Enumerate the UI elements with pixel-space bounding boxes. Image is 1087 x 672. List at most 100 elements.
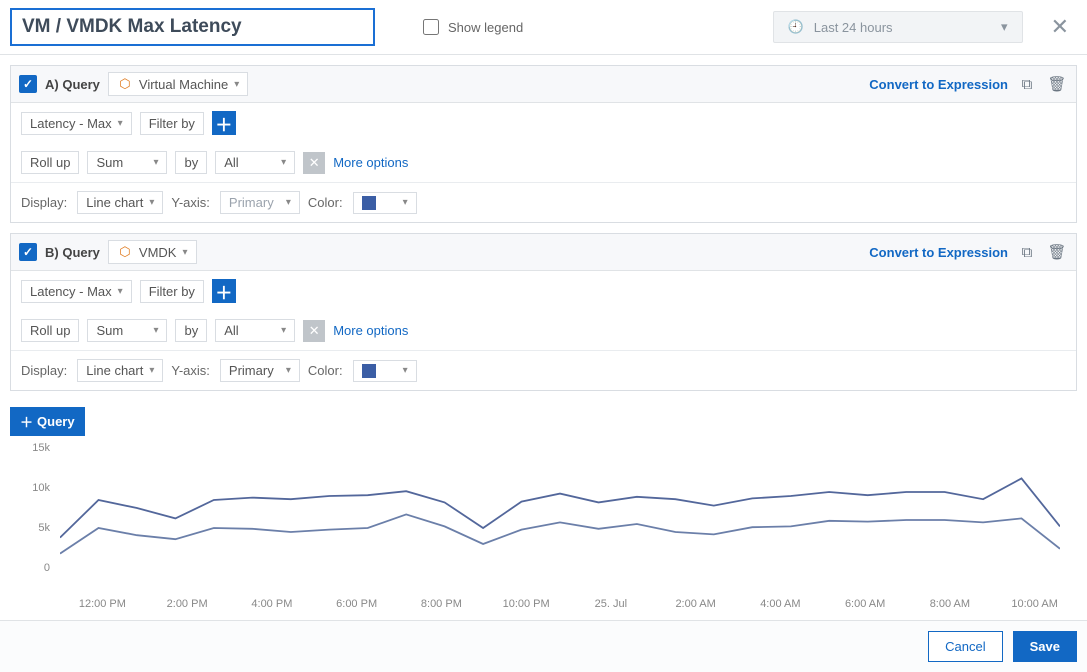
y-tick-label: 10k (32, 482, 50, 494)
metric-row: Latency - Max ▾ Filter by ＋ (11, 271, 1076, 311)
yaxis-value: Primary (229, 363, 274, 378)
more-options-link[interactable]: More options (333, 155, 408, 170)
filter-label: Filter by (149, 284, 195, 299)
widget-title-input[interactable] (10, 8, 375, 46)
metric-select[interactable]: Latency - Max ▾ (21, 112, 132, 135)
show-legend-checkbox[interactable] (423, 19, 439, 35)
add-filter-button[interactable]: ＋ (212, 279, 236, 303)
cancel-button[interactable]: Cancel (928, 631, 1002, 662)
copy-icon: ⧉ (1022, 244, 1033, 261)
x-tick-label: 4:00 AM (738, 598, 823, 610)
asset-type-select[interactable]: ⬡ VMDK ▾ (108, 240, 197, 264)
query-enabled-checkbox[interactable]: ✓ (19, 243, 37, 261)
hexagon-icon: ⬡ (117, 244, 133, 260)
yaxis-select[interactable]: Primary ▾ (220, 191, 300, 214)
clear-rollup-button[interactable]: ✕ (303, 320, 325, 342)
asset-type-label: Virtual Machine (139, 77, 228, 92)
more-options-link[interactable]: More options (333, 323, 408, 338)
color-swatch (362, 196, 376, 210)
chevron-down-icon: ▾ (281, 325, 286, 336)
groupby-label-chip: by (175, 151, 207, 174)
color-select[interactable]: ▾ (353, 360, 417, 382)
time-range-label: Last 24 hours (814, 20, 893, 35)
chevron-down-icon: ▾ (153, 325, 158, 336)
metric-select[interactable]: Latency - Max ▾ (21, 280, 132, 303)
chart-area: 15k10k5k0 12:00 PM2:00 PM4:00 PM6:00 PM8… (0, 446, 1087, 620)
yaxis-value: Primary (229, 195, 274, 210)
convert-expression-link[interactable]: Convert to Expression (869, 245, 1008, 260)
delete-button[interactable]: 🗑 (1046, 241, 1068, 263)
x-tick-label: 8:00 AM (908, 598, 993, 610)
rollup-label: Roll up (30, 323, 70, 338)
add-filter-button[interactable]: ＋ (212, 111, 236, 135)
display-type-label: Line chart (86, 195, 143, 210)
close-icon: ✕ (309, 155, 320, 171)
plus-icon: ＋ (215, 279, 232, 304)
clear-rollup-button[interactable]: ✕ (303, 152, 325, 174)
y-tick-label: 0 (44, 562, 50, 574)
groupby-label-chip: by (175, 319, 207, 342)
yaxis-label: Y-axis: (171, 363, 210, 378)
display-row: Display: Line chart ▾ Y-axis: Primary ▾ … (11, 350, 1076, 390)
x-tick-label: 6:00 PM (314, 598, 399, 610)
x-tick-label: 8:00 PM (399, 598, 484, 610)
x-tick-label: 6:00 AM (823, 598, 908, 610)
chevron-down-icon: ▾ (281, 157, 286, 168)
rollup-label-chip: Roll up (21, 319, 79, 342)
chevron-down-icon: ▾ (234, 79, 239, 90)
duplicate-button[interactable]: ⧉ (1016, 73, 1038, 95)
delete-button[interactable]: 🗑 (1046, 73, 1068, 95)
y-tick-label: 5k (38, 522, 50, 534)
chevron-down-icon: ▾ (286, 365, 291, 376)
filter-button[interactable]: Filter by (140, 280, 204, 303)
y-tick-label: 15k (32, 442, 50, 454)
yaxis-select[interactable]: Primary ▾ (220, 359, 300, 382)
chevron-down-icon: ▾ (403, 365, 408, 376)
query-id-label: B) Query (45, 245, 100, 260)
chevron-down-icon: ▾ (149, 365, 154, 376)
line-chart: 15k10k5k0 (10, 448, 1070, 598)
display-type-select[interactable]: Line chart ▾ (77, 359, 163, 382)
query-header: ✓ B) Query ⬡ VMDK ▾ Convert to Expressio… (11, 234, 1076, 271)
chevron-down-icon: ▾ (1001, 19, 1008, 35)
groupby-select[interactable]: All ▾ (215, 319, 295, 342)
duplicate-button[interactable]: ⧉ (1016, 241, 1038, 263)
color-label: Color: (308, 363, 343, 378)
chevron-down-icon: ▾ (153, 157, 158, 168)
color-swatch (362, 364, 376, 378)
query-block-a: ✓ A) Query ⬡ Virtual Machine ▾ Convert t… (10, 65, 1077, 223)
rollup-row: Roll up Sum ▾ by All ▾ ✕ More options (11, 143, 1076, 182)
close-button[interactable]: ✕ (1043, 10, 1077, 44)
rollup-function-label: Sum (96, 323, 123, 338)
x-tick-label: 4:00 PM (230, 598, 315, 610)
query-header: ✓ A) Query ⬡ Virtual Machine ▾ Convert t… (11, 66, 1076, 103)
groupby-select[interactable]: All ▾ (215, 151, 295, 174)
add-query-button[interactable]: ＋ Query (10, 407, 85, 436)
filter-button[interactable]: Filter by (140, 112, 204, 135)
show-legend-toggle[interactable]: Show legend (419, 16, 523, 38)
display-type-select[interactable]: Line chart ▾ (77, 191, 163, 214)
color-select[interactable]: ▾ (353, 192, 417, 214)
asset-type-select[interactable]: ⬡ Virtual Machine ▾ (108, 72, 248, 96)
show-legend-label: Show legend (448, 20, 523, 35)
rollup-row: Roll up Sum ▾ by All ▾ ✕ More options (11, 311, 1076, 350)
plus-icon: ＋ (215, 111, 232, 136)
query-id-label: A) Query (45, 77, 100, 92)
save-button[interactable]: Save (1013, 631, 1077, 662)
close-icon: ✕ (309, 323, 320, 339)
x-axis: 12:00 PM2:00 PM4:00 PM6:00 PM8:00 PM10:0… (60, 598, 1077, 610)
rollup-label-chip: Roll up (21, 151, 79, 174)
query-enabled-checkbox[interactable]: ✓ (19, 75, 37, 93)
chevron-down-icon: ▾ (403, 197, 408, 208)
close-icon: ✕ (1051, 14, 1069, 39)
x-tick-label: 2:00 PM (145, 598, 230, 610)
time-range-picker[interactable]: 🕘 Last 24 hours ▾ (773, 11, 1023, 43)
metric-label: Latency - Max (30, 116, 112, 131)
rollup-function-select[interactable]: Sum ▾ (87, 319, 167, 342)
metric-row: Latency - Max ▾ Filter by ＋ (11, 103, 1076, 143)
rollup-function-select[interactable]: Sum ▾ (87, 151, 167, 174)
chevron-down-icon: ▾ (149, 197, 154, 208)
add-query-label: Query (37, 414, 75, 429)
rollup-function-label: Sum (96, 155, 123, 170)
convert-expression-link[interactable]: Convert to Expression (869, 77, 1008, 92)
